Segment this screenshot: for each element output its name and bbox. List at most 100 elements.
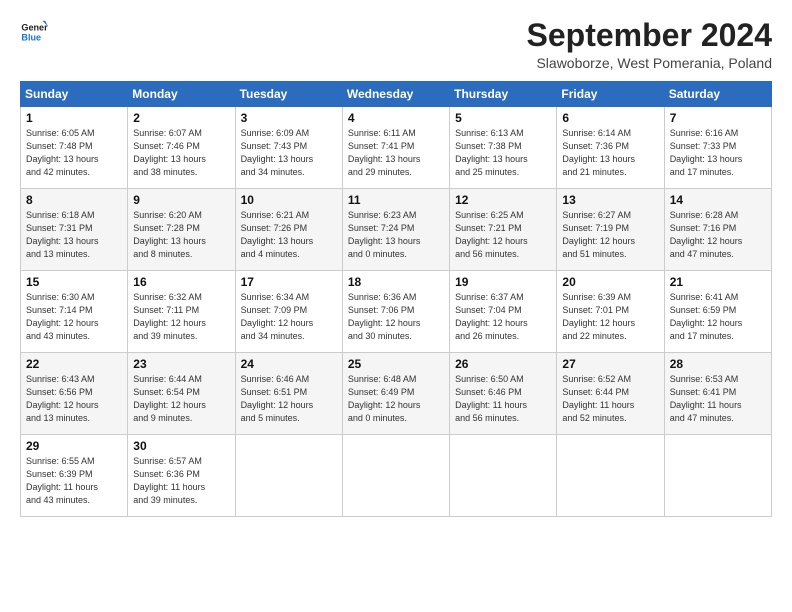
- day-number: 15: [26, 275, 122, 289]
- calendar-day-cell: 13 Sunrise: 6:27 AM Sunset: 7:19 PM Dayli…: [557, 189, 664, 271]
- header: General Blue September 2024 Slawoborze, …: [20, 18, 772, 71]
- calendar-day-cell: 20 Sunrise: 6:39 AM Sunset: 7:01 PM Dayli…: [557, 271, 664, 353]
- calendar-day-cell: 5 Sunrise: 6:13 AM Sunset: 7:38 PM Daylig…: [450, 107, 557, 189]
- month-title: September 2024: [527, 18, 772, 53]
- day-number: 1: [26, 111, 122, 125]
- day-number: 21: [670, 275, 766, 289]
- day-number: 11: [348, 193, 444, 207]
- day-info: Sunrise: 6:18 AM Sunset: 7:31 PM Dayligh…: [26, 209, 122, 261]
- calendar-day-cell: 12 Sunrise: 6:25 AM Sunset: 7:21 PM Dayli…: [450, 189, 557, 271]
- day-info: Sunrise: 6:16 AM Sunset: 7:33 PM Dayligh…: [670, 127, 766, 179]
- day-info: Sunrise: 6:25 AM Sunset: 7:21 PM Dayligh…: [455, 209, 551, 261]
- calendar-day-cell: [664, 435, 771, 517]
- calendar-day-cell: 21Sunrise: 6:41 AM Sunset: 6:59 PM Dayli…: [664, 271, 771, 353]
- calendar-day-cell: [557, 435, 664, 517]
- day-info: Sunrise: 6:44 AM Sunset: 6:54 PM Dayligh…: [133, 373, 229, 425]
- day-number: 2: [133, 111, 229, 125]
- calendar-day-cell: 4Sunrise: 6:11 AM Sunset: 7:41 PM Daylig…: [342, 107, 449, 189]
- day-info: Sunrise: 6:48 AM Sunset: 6:49 PM Dayligh…: [348, 373, 444, 425]
- day-info: Sunrise: 6:30 AM Sunset: 7:14 PM Dayligh…: [26, 291, 122, 343]
- calendar-day-cell: 28 Sunrise: 6:53 AM Sunset: 6:41 PM Dayli…: [664, 353, 771, 435]
- day-of-week-header: Thursday: [450, 82, 557, 107]
- calendar-day-cell: 24 Sunrise: 6:46 AM Sunset: 6:51 PM Dayli…: [235, 353, 342, 435]
- day-of-week-header: Friday: [557, 82, 664, 107]
- logo: General Blue: [20, 18, 48, 46]
- day-info: Sunrise: 6:20 AM Sunset: 7:28 PM Dayligh…: [133, 209, 229, 261]
- day-info: Sunrise: 6:55 AM Sunset: 6:39 PM Dayligh…: [26, 455, 122, 507]
- day-number: 26: [455, 357, 551, 371]
- calendar: SundayMondayTuesdayWednesdayThursdayFrid…: [20, 81, 772, 517]
- day-number: 13: [562, 193, 658, 207]
- day-number: 19: [455, 275, 551, 289]
- calendar-day-cell: 14 Sunrise: 6:28 AM Sunset: 7:16 PM Dayli…: [664, 189, 771, 271]
- day-info: Sunrise: 6:57 AM Sunset: 6:36 PM Dayligh…: [133, 455, 229, 507]
- day-info: Sunrise: 6:14 AM Sunset: 7:36 PM Dayligh…: [562, 127, 658, 179]
- day-of-week-header: Tuesday: [235, 82, 342, 107]
- calendar-day-cell: 16 Sunrise: 6:32 AM Sunset: 7:11 PM Dayli…: [128, 271, 235, 353]
- day-of-week-header: Monday: [128, 82, 235, 107]
- day-info: Sunrise: 6:05 AM Sunset: 7:48 PM Dayligh…: [26, 127, 122, 179]
- calendar-day-cell: 19 Sunrise: 6:37 AM Sunset: 7:04 PM Dayli…: [450, 271, 557, 353]
- day-info: Sunrise: 6:46 AM Sunset: 6:51 PM Dayligh…: [241, 373, 337, 425]
- calendar-day-cell: 8Sunrise: 6:18 AM Sunset: 7:31 PM Daylig…: [21, 189, 128, 271]
- day-number: 25: [348, 357, 444, 371]
- calendar-day-cell: 7 Sunrise: 6:16 AM Sunset: 7:33 PM Daylig…: [664, 107, 771, 189]
- day-number: 5: [455, 111, 551, 125]
- calendar-day-cell: 30 Sunrise: 6:57 AM Sunset: 6:36 PM Dayli…: [128, 435, 235, 517]
- calendar-day-cell: 23 Sunrise: 6:44 AM Sunset: 6:54 PM Dayli…: [128, 353, 235, 435]
- day-number: 18: [348, 275, 444, 289]
- title-block: September 2024 Slawoborze, West Pomerani…: [527, 18, 772, 71]
- day-number: 29: [26, 439, 122, 453]
- day-number: 3: [241, 111, 337, 125]
- calendar-day-cell: 25 Sunrise: 6:48 AM Sunset: 6:49 PM Dayli…: [342, 353, 449, 435]
- day-number: 6: [562, 111, 658, 125]
- calendar-day-cell: 18 Sunrise: 6:36 AM Sunset: 7:06 PM Dayli…: [342, 271, 449, 353]
- svg-text:General: General: [21, 23, 48, 33]
- day-info: Sunrise: 6:37 AM Sunset: 7:04 PM Dayligh…: [455, 291, 551, 343]
- calendar-day-cell: 2 Sunrise: 6:07 AM Sunset: 7:46 PM Daylig…: [128, 107, 235, 189]
- calendar-day-cell: 22Sunrise: 6:43 AM Sunset: 6:56 PM Dayli…: [21, 353, 128, 435]
- day-info: Sunrise: 6:13 AM Sunset: 7:38 PM Dayligh…: [455, 127, 551, 179]
- day-info: Sunrise: 6:53 AM Sunset: 6:41 PM Dayligh…: [670, 373, 766, 425]
- day-number: 23: [133, 357, 229, 371]
- day-info: Sunrise: 6:28 AM Sunset: 7:16 PM Dayligh…: [670, 209, 766, 261]
- calendar-week-row: 29 Sunrise: 6:55 AM Sunset: 6:39 PM Dayli…: [21, 435, 772, 517]
- svg-text:Blue: Blue: [21, 32, 41, 42]
- day-of-week-header: Wednesday: [342, 82, 449, 107]
- day-of-week-header: Sunday: [21, 82, 128, 107]
- day-number: 9: [133, 193, 229, 207]
- day-info: Sunrise: 6:36 AM Sunset: 7:06 PM Dayligh…: [348, 291, 444, 343]
- calendar-day-cell: [235, 435, 342, 517]
- day-number: 17: [241, 275, 337, 289]
- calendar-day-cell: 9 Sunrise: 6:20 AM Sunset: 7:28 PM Daylig…: [128, 189, 235, 271]
- day-number: 7: [670, 111, 766, 125]
- day-number: 20: [562, 275, 658, 289]
- day-info: Sunrise: 6:07 AM Sunset: 7:46 PM Dayligh…: [133, 127, 229, 179]
- day-number: 28: [670, 357, 766, 371]
- day-number: 12: [455, 193, 551, 207]
- subtitle: Slawoborze, West Pomerania, Poland: [527, 55, 772, 71]
- calendar-week-row: 15 Sunrise: 6:30 AM Sunset: 7:14 PM Dayli…: [21, 271, 772, 353]
- day-info: Sunrise: 6:27 AM Sunset: 7:19 PM Dayligh…: [562, 209, 658, 261]
- day-number: 16: [133, 275, 229, 289]
- calendar-day-cell: 1 Sunrise: 6:05 AM Sunset: 7:48 PM Daylig…: [21, 107, 128, 189]
- day-of-week-header: Saturday: [664, 82, 771, 107]
- calendar-day-cell: 26Sunrise: 6:50 AM Sunset: 6:46 PM Dayli…: [450, 353, 557, 435]
- calendar-day-cell: 10Sunrise: 6:21 AM Sunset: 7:26 PM Dayli…: [235, 189, 342, 271]
- day-number: 22: [26, 357, 122, 371]
- day-number: 24: [241, 357, 337, 371]
- day-number: 27: [562, 357, 658, 371]
- day-number: 10: [241, 193, 337, 207]
- day-number: 14: [670, 193, 766, 207]
- calendar-day-cell: 11Sunrise: 6:23 AM Sunset: 7:24 PM Dayli…: [342, 189, 449, 271]
- logo-icon: General Blue: [20, 18, 48, 46]
- day-info: Sunrise: 6:34 AM Sunset: 7:09 PM Dayligh…: [241, 291, 337, 343]
- day-info: Sunrise: 6:11 AM Sunset: 7:41 PM Dayligh…: [348, 127, 444, 179]
- calendar-day-cell: [342, 435, 449, 517]
- day-number: 30: [133, 439, 229, 453]
- day-info: Sunrise: 6:32 AM Sunset: 7:11 PM Dayligh…: [133, 291, 229, 343]
- calendar-day-cell: 27Sunrise: 6:52 AM Sunset: 6:44 PM Dayli…: [557, 353, 664, 435]
- day-info: Sunrise: 6:09 AM Sunset: 7:43 PM Dayligh…: [241, 127, 337, 179]
- day-info: Sunrise: 6:39 AM Sunset: 7:01 PM Dayligh…: [562, 291, 658, 343]
- calendar-day-cell: 3 Sunrise: 6:09 AM Sunset: 7:43 PM Daylig…: [235, 107, 342, 189]
